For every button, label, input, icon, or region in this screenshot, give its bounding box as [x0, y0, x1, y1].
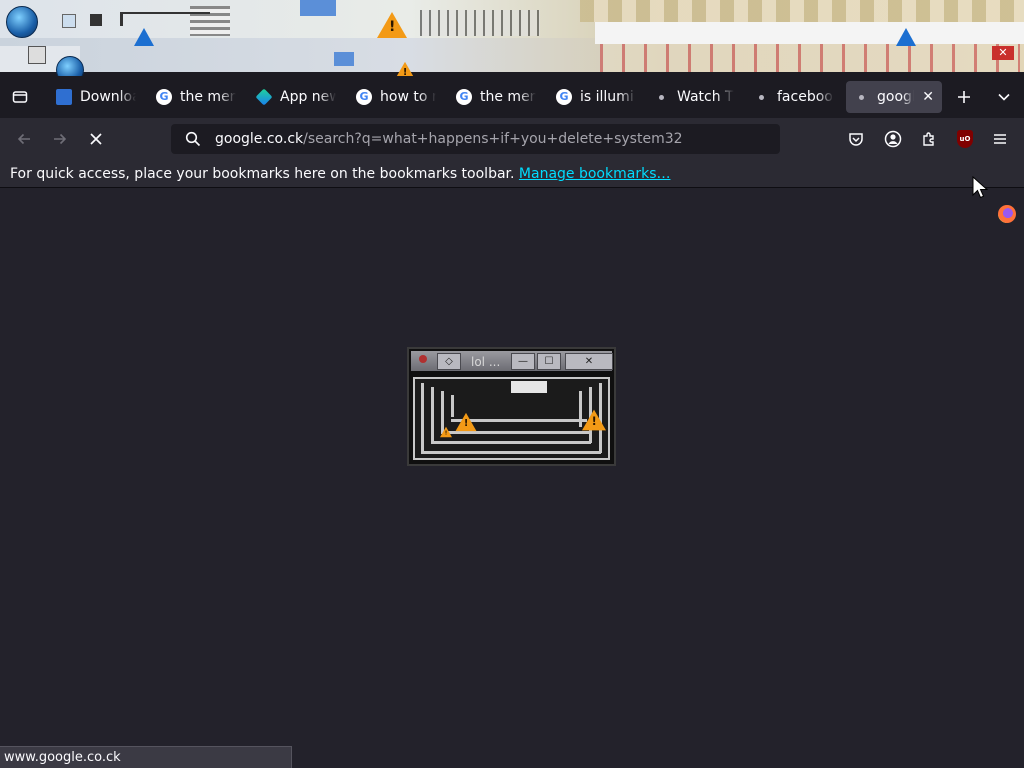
triangle-icon: [134, 28, 154, 46]
tab-label: googl: [877, 89, 915, 105]
new-tab-button[interactable]: [946, 76, 982, 118]
mouse-cursor-icon: [972, 176, 988, 199]
chevron-down-icon: [998, 93, 1010, 101]
tab-label: App new: [280, 89, 336, 105]
stop-loading-button[interactable]: [80, 123, 112, 155]
tab-label: Downloa: [80, 89, 136, 105]
firefox-view-button[interactable]: [2, 76, 38, 118]
tab-label: how to ra: [380, 89, 436, 105]
list-all-tabs-button[interactable]: [986, 76, 1022, 118]
manage-bookmarks-link[interactable]: Manage bookmarks…: [519, 166, 671, 182]
pocket-icon: [849, 133, 863, 146]
page-content: [0, 189, 1024, 768]
close-icon: ✕: [992, 46, 1014, 60]
warning-icon: [582, 409, 606, 431]
glitched-popup-window[interactable]: ◇ lol ... — ☐ ✕: [407, 347, 616, 466]
tab-bar: Downloa G the men App new G how to ra G …: [0, 76, 1024, 118]
warning-icon: [440, 426, 452, 438]
google-g-icon: G: [456, 89, 472, 105]
tab-google-search[interactable]: G how to ra: [348, 81, 444, 113]
triangle-icon: [896, 28, 916, 46]
warning-icon: [377, 12, 407, 38]
tab-app[interactable]: App new: [248, 81, 344, 113]
download-page-icon: [56, 89, 72, 105]
extensions-button[interactable]: [919, 129, 939, 149]
tab-google-search[interactable]: G the men: [148, 81, 244, 113]
google-g-icon: G: [156, 89, 172, 105]
back-button[interactable]: [8, 123, 40, 155]
app-icon: [255, 88, 273, 106]
google-g-icon: G: [556, 89, 572, 105]
tab-label: faceboo: [777, 89, 833, 105]
ublock-origin-button[interactable]: uO: [955, 129, 975, 149]
maximize-button[interactable]: ☐: [537, 353, 561, 370]
popup-recursive-content: [413, 377, 610, 460]
glitched-desktop-strip: ✕: [0, 0, 1024, 76]
google-g-icon: G: [356, 89, 372, 105]
warning-icon: [394, 61, 416, 76]
popup-titlebar[interactable]: ◇ lol ... — ☐ ✕: [411, 351, 613, 371]
ublock-origin-icon: uO: [957, 130, 973, 148]
minimize-button[interactable]: —: [511, 353, 535, 370]
tab-google-active[interactable]: googl ✕: [846, 81, 942, 113]
forward-button[interactable]: [44, 123, 76, 155]
tab-close-icon[interactable]: ✕: [922, 89, 934, 105]
loading-dot-icon: [759, 94, 764, 100]
url-path: /search?q=what+happens+if+you+delete+sys…: [303, 131, 683, 147]
tab-watch[interactable]: Watch T: [646, 81, 742, 113]
diamond-icon: ◇: [437, 353, 461, 370]
loading-dot-icon: [859, 94, 864, 100]
tab-label: is illumi: [580, 89, 634, 105]
tab-facebook[interactable]: faceboo: [746, 81, 842, 113]
navigation-toolbar: google.co.ck/search?q=what+happens+if+yo…: [0, 118, 1024, 160]
firefox-logo-icon: [998, 205, 1016, 223]
plus-icon: [958, 91, 970, 103]
account-icon: [884, 130, 902, 148]
arrow-right-icon: [54, 133, 67, 145]
firefox-view-icon: [12, 91, 28, 103]
app-menu-button[interactable]: [990, 129, 1010, 149]
url-host: google.co.ck: [215, 131, 304, 147]
close-button[interactable]: ✕: [565, 353, 613, 370]
start-orb-icon: [6, 6, 38, 38]
tab-google-search[interactable]: G is illumi: [548, 81, 644, 113]
puzzle-piece-icon: [923, 132, 934, 146]
address-bar[interactable]: google.co.ck/search?q=what+happens+if+yo…: [171, 124, 780, 154]
app-icon: [419, 355, 427, 363]
search-icon: [171, 131, 215, 147]
loading-dot-icon: [659, 94, 664, 100]
tab-label: the men: [180, 89, 236, 105]
arrow-left-icon: [17, 133, 30, 145]
status-bar-url: www.google.co.ck: [0, 746, 292, 768]
warning-icon: [455, 412, 477, 432]
hamburger-menu-icon: [994, 134, 1006, 144]
bookmarks-toolbar: For quick access, place your bookmarks h…: [0, 160, 1024, 188]
tab-label: the men: [480, 89, 536, 105]
tab-label: Watch T: [677, 89, 734, 105]
popup-title: lol ...: [471, 355, 501, 369]
tab-google-search[interactable]: G the men: [448, 81, 544, 113]
pocket-button[interactable]: [846, 129, 866, 149]
tab-downloads[interactable]: Downloa: [48, 81, 144, 113]
start-orb-icon: [56, 56, 84, 76]
account-button[interactable]: [883, 129, 903, 149]
stop-icon: [90, 133, 102, 145]
bookmarks-empty-message: For quick access, place your bookmarks h…: [10, 166, 515, 182]
